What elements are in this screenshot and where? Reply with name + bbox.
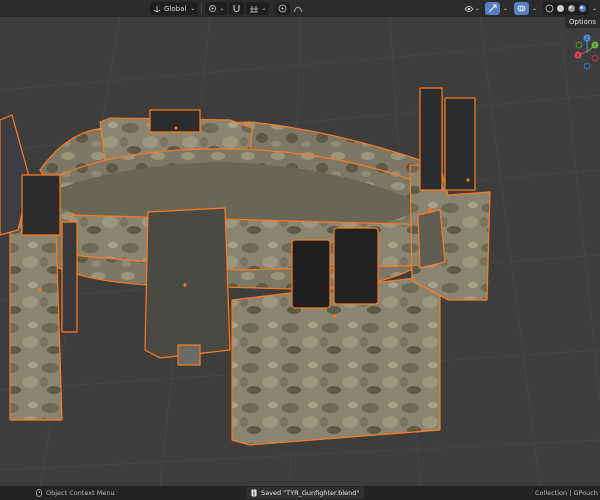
chevron-down-icon: ⌄ (474, 5, 480, 12)
chevron-down-icon: ⌄ (531, 5, 537, 12)
falloff-dropdown[interactable] (290, 2, 306, 15)
gizmo-y-label: Y (593, 43, 597, 49)
axis-gizmo-icon: Z Y X (574, 34, 599, 70)
rendered-shading-icon[interactable] (578, 4, 587, 13)
header-divider (201, 3, 203, 14)
solid-shading-icon[interactable] (556, 4, 565, 13)
magnet-icon (233, 5, 240, 13)
falloff-curve-icon (294, 6, 303, 12)
selected-belt-model[interactable] (0, 0, 600, 486)
viewport-header: Global ⌄ ⌄ ⌄ ⌄ ⌄ ⌄ ⌄ (0, 0, 600, 17)
3d-viewport[interactable] (0, 0, 600, 486)
orientation-axes-icon (153, 5, 161, 12)
snap-toggle[interactable] (229, 2, 245, 15)
blender-window: Global ⌄ ⌄ ⌄ ⌄ ⌄ ⌄ ⌄ Options Z Y X Objec… (0, 0, 600, 500)
transform-orientation-label: Global (164, 4, 187, 13)
gizmo-icon (488, 4, 497, 13)
gizmo-z-label: Z (585, 36, 588, 42)
overlays-toggle[interactable] (513, 2, 529, 15)
pivot-point-dropdown[interactable]: ⌄ (205, 2, 228, 15)
collection-info: Collection | GPouch (535, 489, 598, 497)
chevron-down-icon: ⌄ (190, 5, 196, 12)
options-tab[interactable]: Options (564, 17, 600, 28)
visibility-dropdown[interactable]: ⌄ (461, 2, 483, 15)
saved-message: Saved "TYR_Gunfighter.blend" (261, 489, 360, 497)
scene-statistics: Collection | GPouch (535, 486, 598, 500)
snap-increment-icon (250, 6, 259, 13)
info-icon (251, 489, 257, 497)
context-menu-hint: Object Context Menu (36, 489, 115, 497)
chevron-down-icon: ⌄ (502, 5, 508, 12)
shading-dropdown[interactable]: ⌄ (589, 2, 600, 15)
snap-target-dropdown[interactable]: ⌄ (246, 2, 270, 15)
gizmo-dropdown[interactable]: ⌄ (500, 2, 511, 15)
chevron-down-icon: ⌄ (219, 5, 225, 12)
gizmo-x-label: X (576, 53, 579, 59)
proportional-editing-icon (279, 4, 287, 13)
navigation-gizmo[interactable]: Z Y X (565, 32, 600, 80)
proportional-editing-toggle[interactable] (275, 2, 291, 15)
chevron-down-icon: ⌄ (261, 5, 267, 12)
wireframe-shading-icon[interactable] (545, 4, 554, 13)
mouse-right-icon (36, 489, 42, 497)
chevron-down-icon: ⌄ (591, 5, 597, 12)
overlays-icon (517, 5, 526, 12)
status-bar: Object Context Menu Saved "TYR_Gunfighte… (0, 486, 600, 500)
material-preview-icon[interactable] (567, 4, 576, 13)
shading-mode-group (542, 2, 589, 15)
overlays-dropdown[interactable]: ⌄ (529, 2, 540, 15)
eye-icon (464, 5, 474, 12)
transform-orientation-dropdown[interactable]: Global ⌄ (150, 2, 199, 15)
pivot-point-icon (209, 5, 217, 12)
gizmo-toggle[interactable] (484, 2, 500, 15)
context-menu-label: Object Context Menu (46, 489, 115, 497)
save-report[interactable]: Saved "TYR_Gunfighter.blend" (246, 487, 365, 499)
